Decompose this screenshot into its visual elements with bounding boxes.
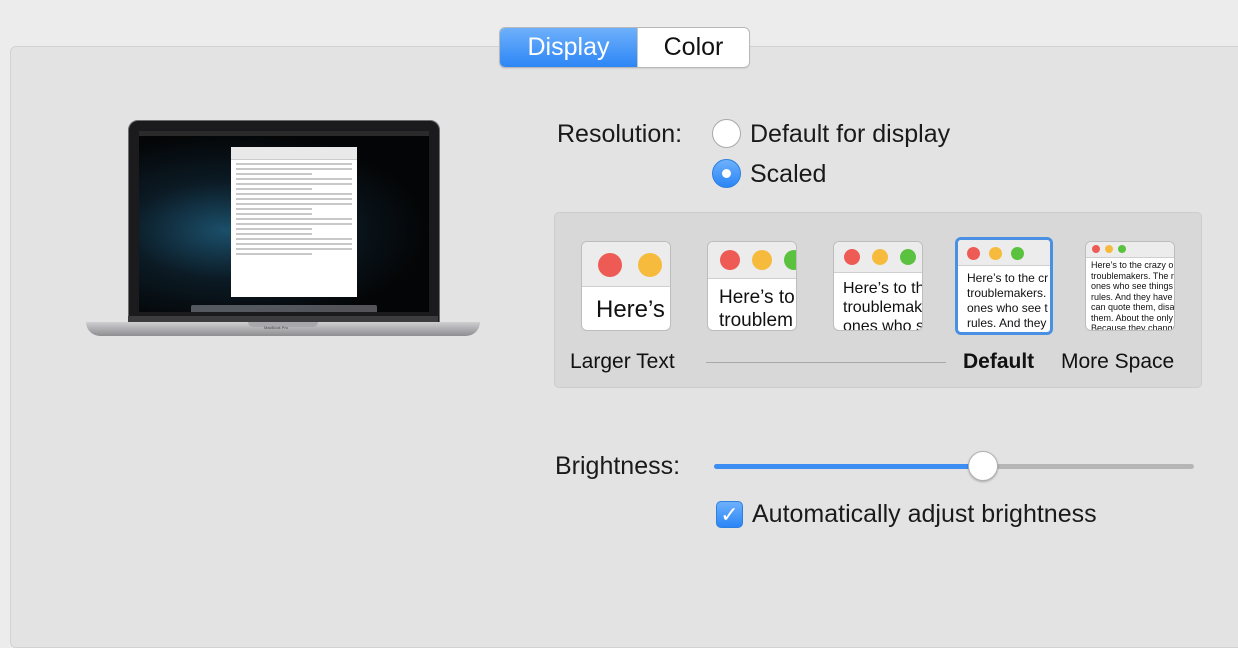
brightness-slider[interactable] xyxy=(714,451,1194,481)
scale-preview-3[interactable]: Here’s to th troublemak ones who s xyxy=(833,241,923,331)
scale-preview-larger-text[interactable]: Here’s xyxy=(581,241,671,331)
radio-default-for-display[interactable] xyxy=(712,119,741,148)
brightness-slider-fill xyxy=(714,464,983,469)
brightness-slider-knob[interactable] xyxy=(967,451,998,481)
dock xyxy=(191,305,377,312)
auto-brightness-checkbox[interactable]: ✓ xyxy=(716,501,743,528)
brightness-label: Brightness: xyxy=(555,452,681,480)
scale-preview-default[interactable]: Here’s to the cr troublemakers. ones who… xyxy=(955,237,1053,335)
resolution-label: Resolution: xyxy=(557,120,683,148)
preview-text: Here’s to th troublemak ones who s xyxy=(843,280,923,331)
preview-text: Here’s to troublem xyxy=(719,287,795,331)
laptop-illustration: MacBook Pro xyxy=(86,120,480,352)
scale-preview-2[interactable]: Here’s to troublem xyxy=(707,241,797,331)
preview-text: Here’s xyxy=(596,296,665,323)
preview-text: Here’s to the cr troublemakers. ones who… xyxy=(967,271,1049,330)
laptop-lid xyxy=(128,120,440,324)
label-default: Default xyxy=(963,350,1035,373)
auto-brightness-label[interactable]: Automatically adjust brightness xyxy=(752,500,1097,529)
scale-preview-more-space[interactable]: Here’s to the crazy one troublemakers. T… xyxy=(1085,241,1175,331)
document-window xyxy=(231,147,357,297)
preview-text: Here’s to the crazy one troublemakers. T… xyxy=(1091,260,1175,331)
radio-default-label[interactable]: Default for display xyxy=(750,120,950,149)
menu-bar xyxy=(139,131,429,136)
label-more-space: More Space xyxy=(1061,350,1175,373)
laptop-brand-text: MacBook Pro xyxy=(264,325,289,330)
tab-display[interactable]: Display xyxy=(500,28,637,67)
tab-color[interactable]: Color xyxy=(637,28,749,67)
scale-divider xyxy=(706,362,946,363)
laptop-screen xyxy=(139,131,429,312)
tab-bar: Display Color xyxy=(499,27,750,68)
radio-scaled[interactable] xyxy=(712,159,741,188)
checkmark-icon: ✓ xyxy=(720,502,739,527)
label-larger-text: Larger Text xyxy=(570,350,675,373)
radio-scaled-label[interactable]: Scaled xyxy=(750,160,826,189)
